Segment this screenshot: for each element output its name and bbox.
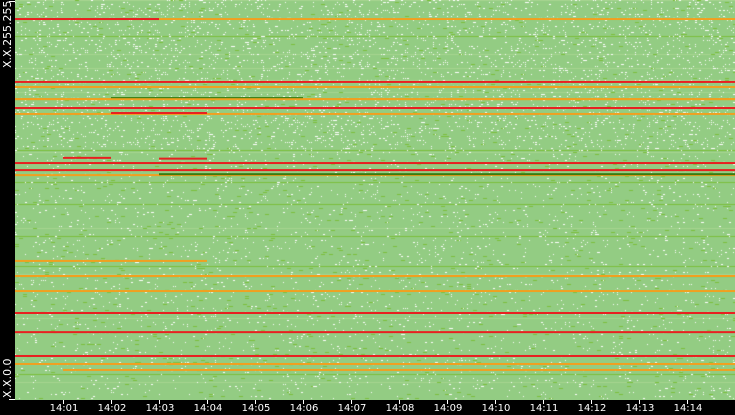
x-tick-label-5: 14:06 [289, 403, 319, 414]
x-tick-label-12: 14:13 [625, 403, 655, 414]
highlight-row-11 [159, 157, 207, 160]
x-tick-label-4: 14:05 [241, 403, 271, 414]
x-tick-label-13: 14:14 [673, 403, 703, 414]
x-tick-label-2: 14:03 [145, 403, 175, 414]
ip-activity-heatmap: X.X.255.255 X.X.0.0 14:01 14:02 14:03 14:04… [0, 0, 735, 415]
y-label-bottom: X.X.0.0 [1, 358, 14, 398]
highlight-row-16 [15, 259, 207, 262]
x-tick-label-7: 14:08 [385, 403, 415, 414]
highlight-row-19 [15, 312, 735, 314]
highlight-row-9 [111, 112, 207, 114]
highlight-rows [15, 18, 735, 371]
x-tick-label-6: 14:07 [337, 403, 367, 414]
x-tick-label-11: 14:12 [577, 403, 607, 414]
y-label-top: X.X.255.255 [1, 0, 14, 68]
highlight-row-3 [15, 85, 735, 88]
highlight-row-6 [15, 106, 735, 109]
highlight-row-17 [15, 274, 735, 277]
highlight-row-1 [15, 18, 159, 21]
plot-area [15, 0, 735, 400]
x-tick-label-9: 14:10 [481, 403, 511, 414]
x-tick-label-0: 14:01 [49, 403, 79, 414]
x-tick-label-3: 14:04 [193, 403, 223, 414]
highlight-row-7 [15, 98, 735, 101]
highlight-row-15 [159, 173, 735, 176]
highlight-row-21 [15, 354, 735, 357]
highlight-row-12 [15, 162, 735, 165]
highlight-row-18 [15, 290, 735, 293]
highlight-row-20 [15, 331, 735, 334]
highlight-row-2 [15, 80, 735, 83]
x-axis: 14:01 14:02 14:03 14:04 14:05 14:06 14:07 14:08… [15, 400, 735, 415]
highlight-row-13 [15, 169, 735, 172]
highlight-row-22 [15, 362, 735, 365]
highlight-row-10 [63, 156, 111, 159]
x-tick-label-10: 14:11 [529, 403, 559, 414]
x-tick-label-8: 14:09 [433, 403, 463, 414]
x-tick-label-1: 14:02 [97, 403, 127, 414]
highlight-row-23 [63, 368, 735, 371]
